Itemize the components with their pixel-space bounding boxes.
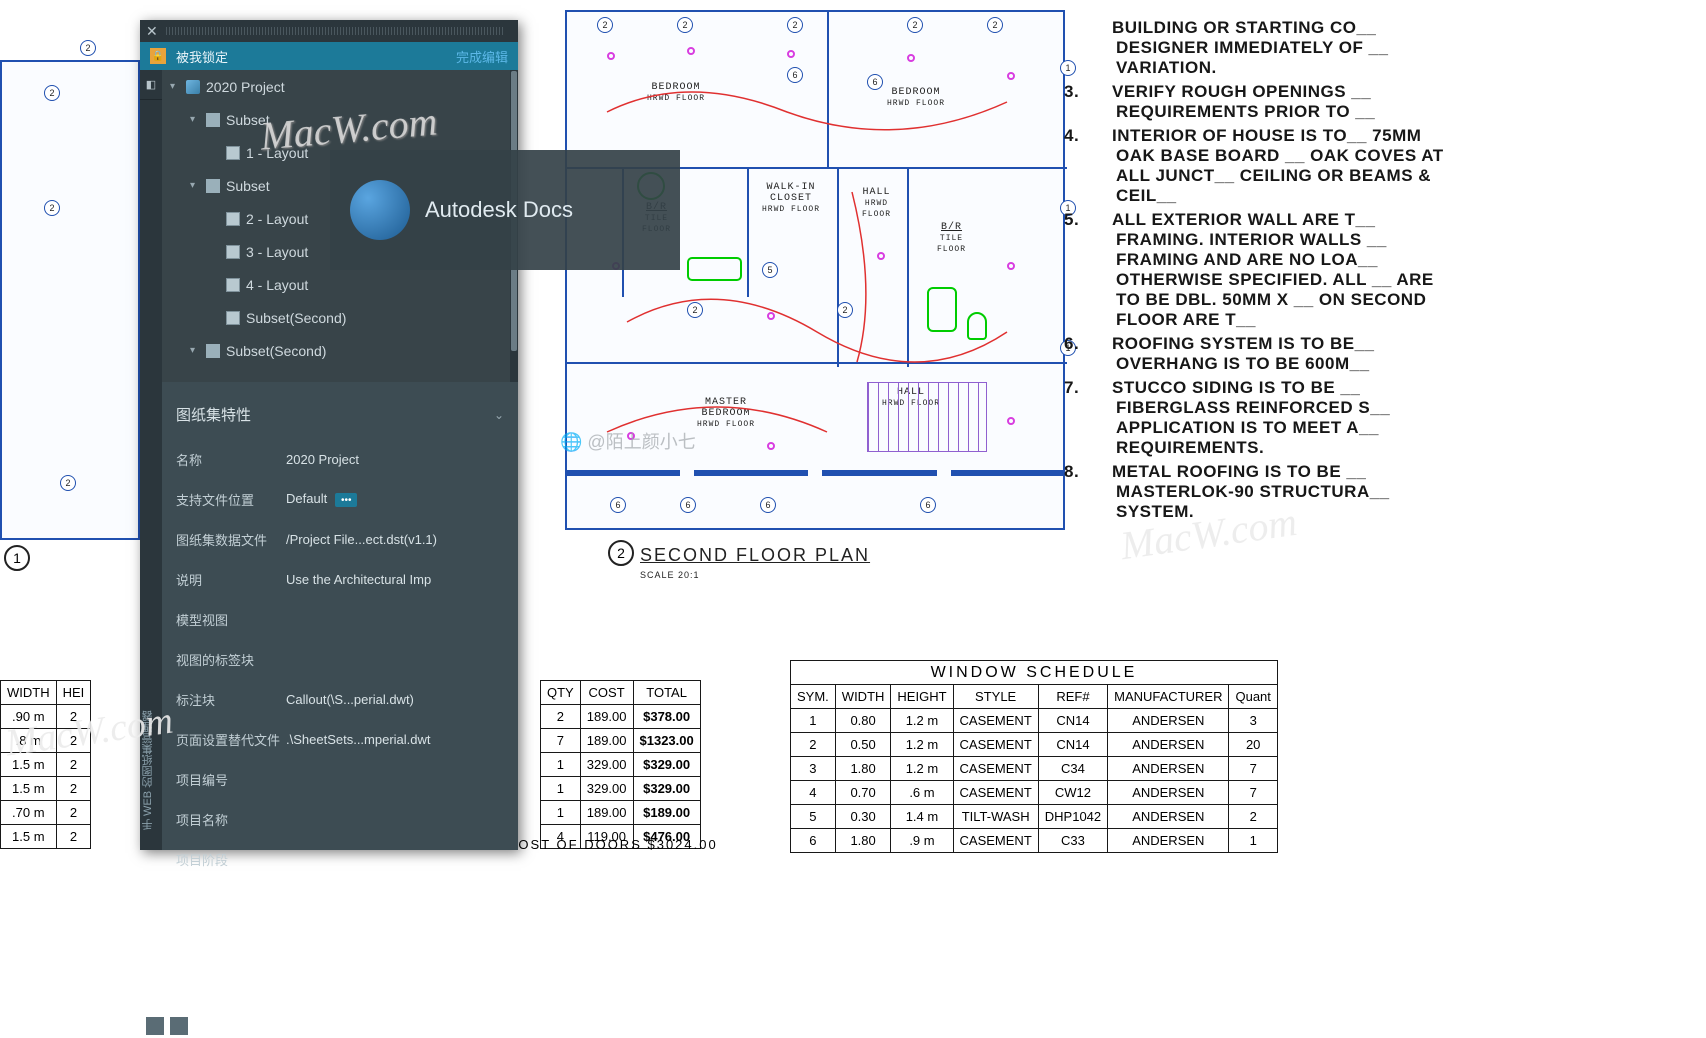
prop-projno-label: 项目编号 (176, 770, 286, 789)
prop-pgover-label: 页面设置替代文件 (176, 730, 286, 749)
expand-icon[interactable]: ⌄ (494, 408, 504, 422)
drag-handle[interactable] (166, 27, 504, 35)
locked-label: 被我锁定 (176, 47, 228, 66)
prop-callout-val[interactable]: Callout(\S...perial.dwt) (286, 692, 504, 707)
tab-top-icon[interactable]: ◧ (140, 70, 162, 100)
prop-desc-val[interactable]: Use the Architectural Imp (286, 572, 504, 587)
autodesk-docs-overlay: Autodesk Docs (330, 150, 680, 270)
left-callout-circle: 1 (4, 545, 30, 571)
project-icon (186, 80, 200, 94)
prop-model-label: 模型视图 (176, 610, 286, 629)
props-title-label: 图纸集特性 (176, 404, 251, 425)
plan-scale: SCALE 20:1 (640, 570, 700, 580)
prop-desc-label: 说明 (176, 570, 286, 589)
lock-bar: 🔒 被我锁定 完成编辑 (140, 42, 518, 70)
properties-panel: 图纸集特性 ⌄ 名称2020 Project 支持文件位置Default••• … (162, 388, 518, 850)
globe-icon (350, 180, 410, 240)
tree-root-label: 2020 Project (206, 79, 285, 95)
finish-edit-link[interactable]: 完成编辑 (456, 47, 508, 66)
weibo-watermark: 🌐 @陌上颜小七 (560, 428, 696, 454)
tree-item[interactable]: Subset(Second) (162, 301, 518, 334)
mid-partial-table: QTYCOSTTOTAL 2189.00$378.007189.00$1323.… (540, 680, 701, 849)
footer-icon-1[interactable] (146, 1017, 164, 1035)
prop-tag-label: 视图的标签块 (176, 650, 286, 669)
prop-callout-label: 标注块 (176, 690, 286, 709)
more-button[interactable]: ••• (335, 493, 357, 507)
chevron-down-icon[interactable]: ▾ (170, 81, 180, 92)
panel-footer-icons[interactable] (143, 1014, 191, 1038)
panel-titlebar[interactable]: ✕ (140, 20, 518, 42)
prop-projname-label: 项目名称 (176, 810, 286, 829)
autodesk-label: Autodesk Docs (425, 197, 573, 223)
prop-support-label: 支持文件位置 (176, 490, 286, 509)
general-notes: BUILDING OR STARTING CO__ DESIGNER IMMED… (1090, 18, 1460, 526)
prop-projphase-label: 项目阶段 (176, 850, 286, 869)
tree-item[interactable]: ▾Subset(Second) (162, 334, 518, 367)
tree-root[interactable]: ▾ 2020 Project (162, 70, 518, 103)
lock-icon: 🔒 (150, 48, 166, 64)
prop-ssfile-label: 图纸集数据文件 (176, 530, 286, 549)
prop-name-label: 名称 (176, 450, 286, 469)
footer-icon-2[interactable] (170, 1017, 188, 1035)
prop-pgover-val[interactable]: .\SheetSets...mperial.dwt (286, 732, 504, 747)
tree-item[interactable]: 4 - Layout (162, 268, 518, 301)
close-icon[interactable]: ✕ (146, 23, 158, 40)
prop-name-val[interactable]: 2020 Project (286, 452, 504, 467)
plan-callout-circle: 2 (608, 540, 634, 566)
plan-title: SECOND FLOOR PLAN (640, 545, 870, 566)
window-schedule-table: WINDOW SCHEDULE SYM.WIDTHHEIGHTSTYLEREF#… (790, 660, 1278, 853)
prop-ssfile-val[interactable]: /Project File...ect.dst(v1.1) (286, 532, 504, 547)
prop-support-val[interactable]: Default••• (286, 491, 504, 508)
